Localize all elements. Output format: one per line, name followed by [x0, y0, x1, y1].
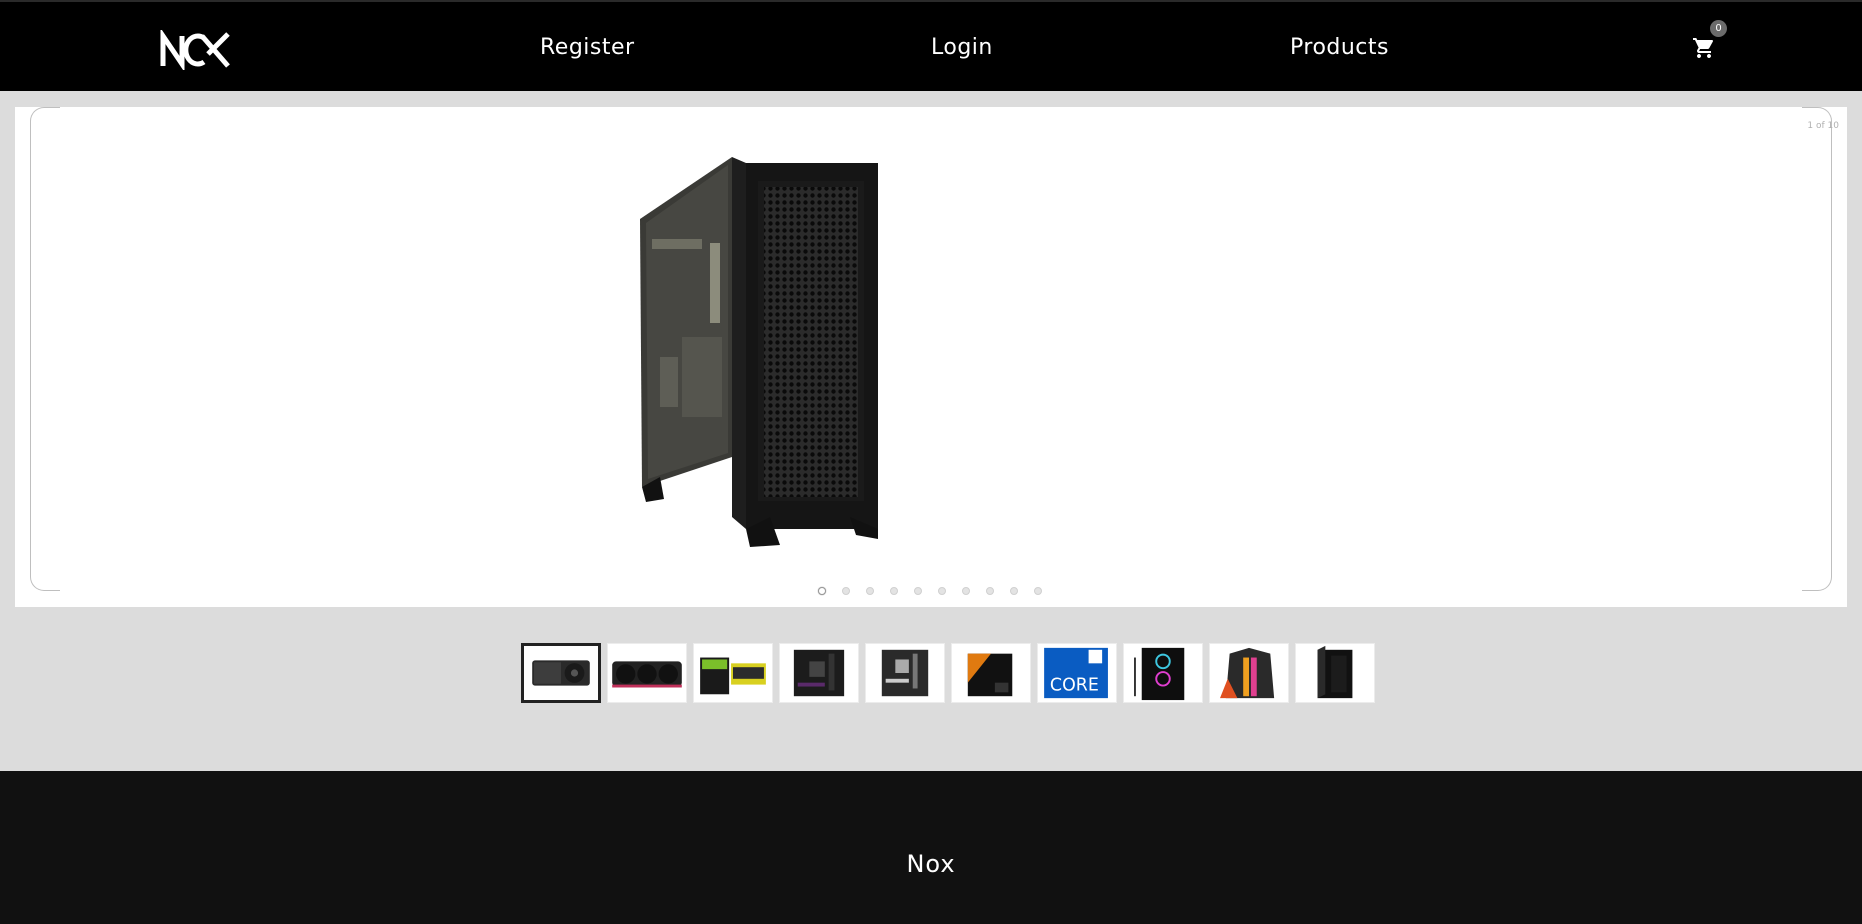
thumbnail-image [881, 649, 929, 697]
carousel-dot[interactable] [890, 587, 898, 595]
thumbnail-gpu-boxed-green[interactable] [693, 643, 773, 703]
footer-brand: Nox [906, 850, 956, 878]
thumbnail-cpu-box-intel-core-i9[interactable]: CORE [1037, 643, 1117, 703]
nox-logo[interactable] [160, 30, 232, 70]
carousel-dot[interactable] [842, 587, 850, 595]
thumbnail-motherboard-black[interactable] [779, 643, 859, 703]
thumbnail-pc-case-rgb-fans[interactable] [1123, 643, 1203, 703]
thumbnail-image [612, 661, 682, 688]
nav-products-link[interactable]: Products [1290, 35, 1389, 60]
thumbnail-motherboard-gray[interactable] [865, 643, 945, 703]
carousel-next-button[interactable] [1802, 107, 1832, 591]
thumbnail-image [1317, 645, 1353, 699]
carousel-dot[interactable] [962, 587, 970, 595]
carousel-prev-button[interactable] [30, 107, 60, 591]
thumbnail-image [793, 649, 845, 697]
carousel-dot[interactable] [866, 587, 874, 595]
carousel-dot[interactable] [818, 587, 826, 595]
product-carousel: 1 of 10 [15, 107, 1847, 607]
thumbnail-pc-case-black[interactable] [1295, 643, 1375, 703]
thumbnail-image [1220, 647, 1275, 699]
carousel-dot[interactable] [914, 587, 922, 595]
thumbnail-cpu-box-orange[interactable] [951, 643, 1031, 703]
carousel-status: 1 of 10 [1807, 121, 1839, 131]
thumbnail-image [532, 660, 590, 686]
carousel-dot[interactable] [1034, 587, 1042, 595]
thumbnail-pc-case-orange-rgb[interactable] [1209, 643, 1289, 703]
thumbnail-image [967, 653, 1013, 697]
carousel-dot[interactable] [1010, 587, 1018, 595]
nav-login-link[interactable]: Login [931, 35, 993, 60]
thumbnail-image [700, 657, 766, 695]
svg-text:CORE: CORE [1050, 675, 1099, 695]
thumbnail-image [1134, 647, 1185, 701]
site-header: Register Login Products 0 [0, 0, 1862, 91]
nav-register-link[interactable]: Register [540, 35, 635, 60]
carousel-dot[interactable] [986, 587, 994, 595]
site-footer: Nox [0, 771, 1862, 924]
cart-icon[interactable] [1692, 36, 1716, 60]
main-product-image [640, 157, 878, 547]
cart-count-badge: 0 [1710, 20, 1727, 37]
thumbnail-gpu-founders-edition[interactable] [521, 643, 601, 703]
thumbnail-gpu-triple-fan-rgb[interactable] [607, 643, 687, 703]
carousel-dot[interactable] [938, 587, 946, 595]
thumbnail-image: CORE [1044, 647, 1108, 699]
